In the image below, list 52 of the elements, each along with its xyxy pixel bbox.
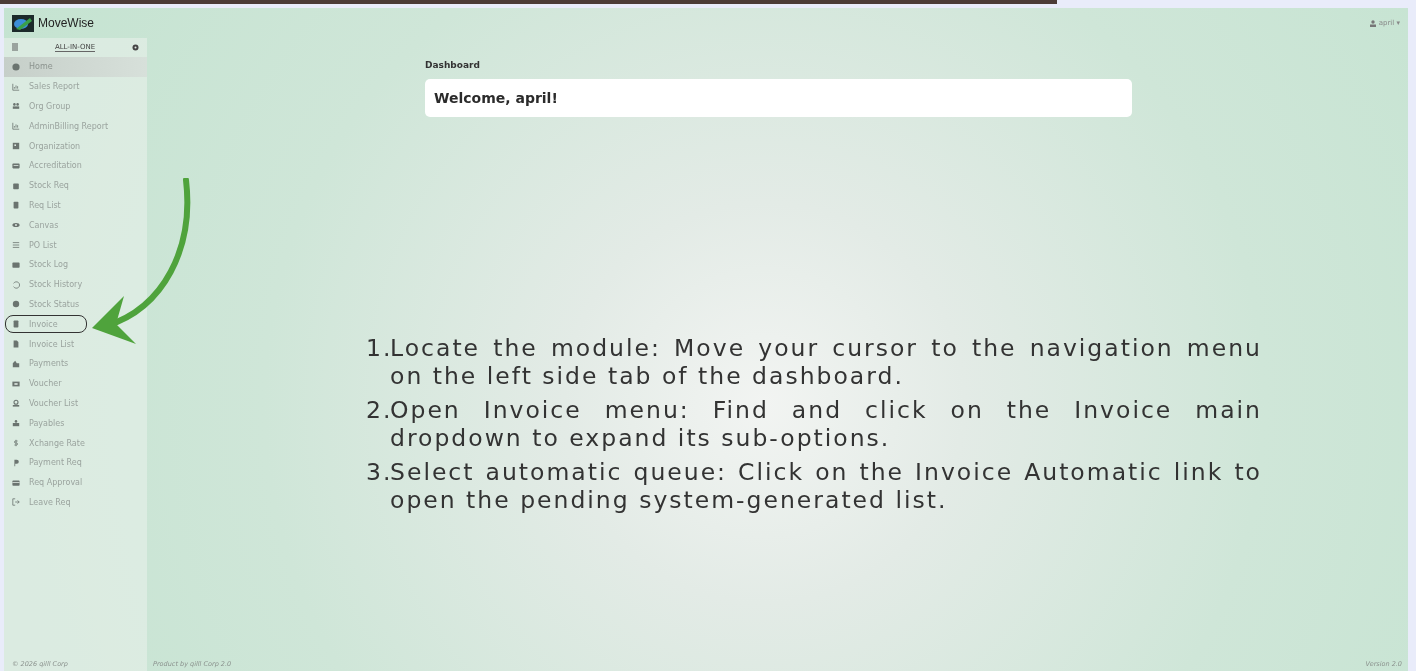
- app-name: MoveWise: [38, 16, 94, 30]
- history-icon: [12, 280, 20, 289]
- box-icon: [12, 181, 20, 190]
- hand-icon: [12, 419, 20, 428]
- sidebar-item[interactable]: Payables: [4, 413, 147, 434]
- sidebar-item[interactable]: Invoice List: [4, 334, 147, 354]
- logo-icon: [12, 14, 34, 32]
- user-icon: [12, 399, 20, 408]
- step-text: Locate the module: Move your cursor to the navigation menu on the left side tab of the dashboard.: [390, 334, 1262, 390]
- user-icon: [1369, 19, 1376, 27]
- card-icon: [12, 161, 20, 170]
- chart-icon: [12, 82, 20, 91]
- sidebar-item[interactable]: Payments: [4, 353, 147, 374]
- step-text: Select automatic queue: Click on the Invoice Automatic link to open the pending system-generated list.: [390, 458, 1262, 514]
- step-number: 3.: [366, 458, 390, 488]
- people-icon: [12, 102, 20, 111]
- sidebar-item[interactable]: Accreditation: [4, 156, 147, 176]
- sidebar-item[interactable]: Voucher List: [4, 393, 147, 414]
- breadcrumb: Dashboard: [425, 60, 481, 70]
- sidebar-item[interactable]: Xchange Rate: [4, 433, 147, 453]
- sidebar-item[interactable]: Payment Req: [4, 452, 147, 473]
- step-text: Open Invoice menu: Find and click on the Invoice main dropdown to expand its sub-options.: [390, 396, 1262, 452]
- sidebar-item[interactable]: Organization: [4, 136, 147, 156]
- sidebar-item[interactable]: Req List: [4, 195, 147, 216]
- sidebar-item[interactable]: Stock Status: [4, 294, 147, 315]
- sidebar-item[interactable]: Canvas: [4, 215, 147, 236]
- chart-icon: [12, 122, 20, 131]
- sidebar-item[interactable]: Sales Report: [4, 76, 147, 97]
- sidebar-item[interactable]: Voucher: [4, 373, 147, 394]
- sidebar-item[interactable]: Org Group: [4, 96, 147, 117]
- sidebar-item[interactable]: Home: [4, 57, 147, 77]
- sidebar-item[interactable]: Invoice: [4, 314, 88, 335]
- sidebar-item[interactable]: Stock Req: [4, 175, 147, 196]
- sidebar-item[interactable]: Req Approval: [4, 472, 147, 493]
- step-number: 1.: [366, 334, 390, 364]
- welcome-card: Welcome, april!: [425, 79, 1132, 117]
- sidebar-item[interactable]: Stock History: [4, 274, 147, 295]
- card-icon: [12, 260, 20, 269]
- eye-icon: [12, 221, 20, 230]
- logout-icon: [12, 498, 20, 507]
- list-icon: [12, 241, 20, 250]
- ticket-icon: [12, 379, 20, 388]
- step-number: 2.: [366, 396, 390, 426]
- file-icon: [12, 340, 20, 349]
- sidebar-item[interactable]: AdminBilling Report: [4, 116, 147, 137]
- card-icon: [12, 478, 20, 487]
- sidebar-item[interactable]: PO List: [4, 235, 147, 255]
- dollar-icon: [12, 439, 20, 448]
- sidebar-item[interactable]: Stock Log: [4, 254, 147, 275]
- sidebar-item[interactable]: Leave Req: [4, 492, 147, 513]
- settings-icon[interactable]: [132, 43, 139, 51]
- building-icon: [12, 142, 20, 151]
